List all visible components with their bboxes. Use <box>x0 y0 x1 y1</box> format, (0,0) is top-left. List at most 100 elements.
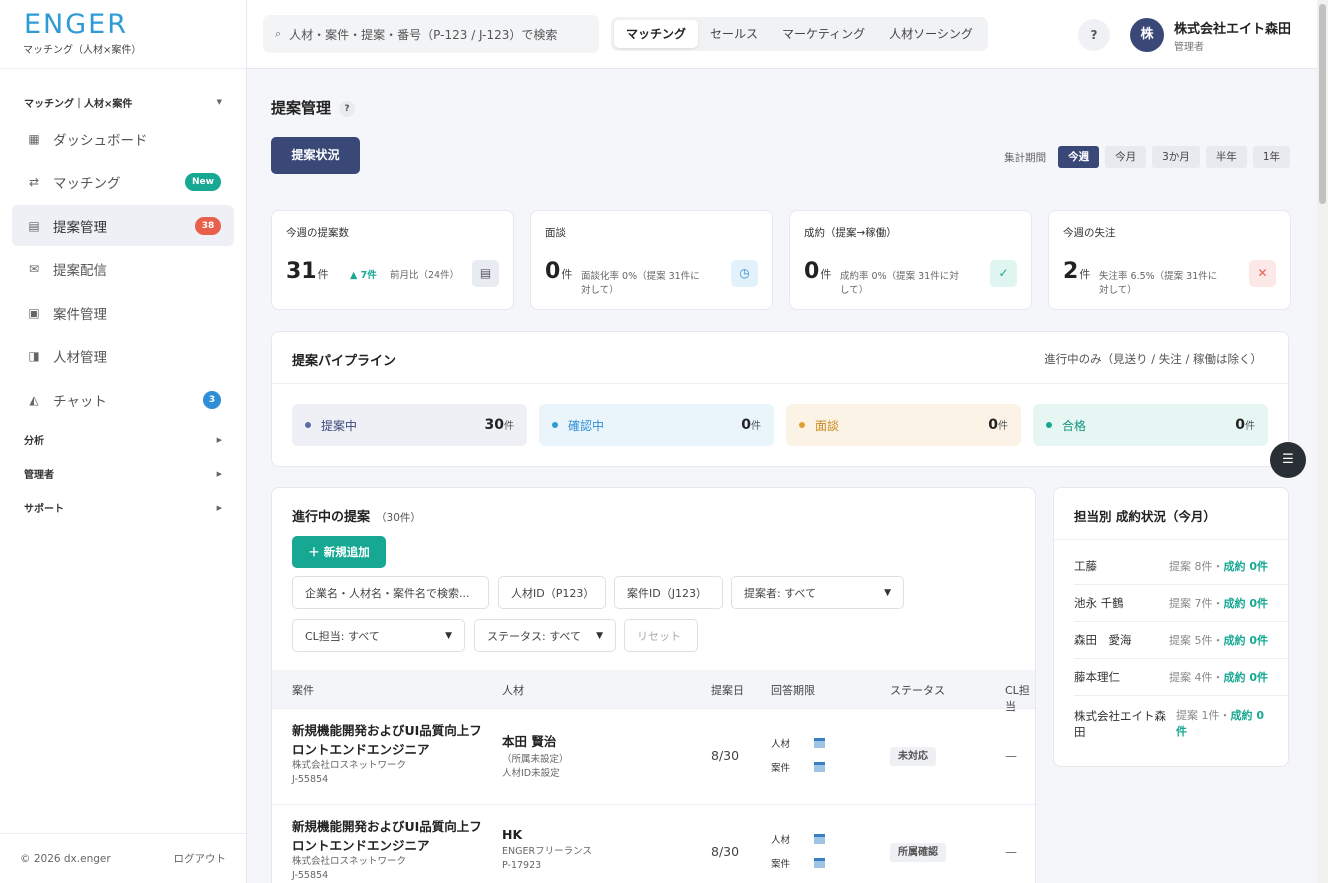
rep-name: 藤本理仁 <box>1074 670 1120 684</box>
rep-separator: ・ <box>1212 671 1224 684</box>
rep-row[interactable]: 藤本理仁 提案 4件・成約 0件 <box>1074 669 1268 685</box>
status-select[interactable]: ステータス: すべて ▼ <box>474 619 616 652</box>
pipeline-card: 提案パイプライン 進行中のみ（見送り / 失注 / 稼働は除く） 提案中 30件… <box>271 331 1289 467</box>
period-1-year[interactable]: 1年 <box>1252 146 1290 168</box>
mail-icon: ✉ <box>28 262 40 276</box>
rep-separator: ・ <box>1219 709 1231 722</box>
section-analytics[interactable]: 分析 ▶ <box>0 423 246 457</box>
stage-confirming[interactable]: 確認中 0件 <box>539 404 774 446</box>
logout-link[interactable]: ログアウト <box>174 851 227 866</box>
rep-row[interactable]: 工藤 提案 8件・成約 0件 <box>1074 558 1268 574</box>
sidebar-item-talent[interactable]: ◨ 人材管理 <box>12 336 234 377</box>
period-this-month[interactable]: 今月 <box>1105 146 1147 168</box>
kpi-unit: 件 <box>561 268 573 281</box>
rep-name: 株式会社エイト森田 <box>1074 709 1166 739</box>
job-cell: 新規機能開発およびUI品質向上フロントエンドエンジニア 株式会社ロスネットワーク… <box>292 721 492 787</box>
stage-dot <box>552 422 558 428</box>
period-this-week[interactable]: 今週 <box>1058 146 1100 168</box>
status-cell: 所属確認 <box>890 843 946 862</box>
help-icon[interactable]: ? <box>339 101 356 117</box>
section-label: 管理者 <box>24 470 54 481</box>
logo[interactable]: ENGER <box>24 10 246 40</box>
reset-button[interactable]: リセット <box>624 619 698 652</box>
talent-name[interactable]: 本田 賢治 <box>502 731 569 750</box>
kpi-card-contracts: 成約（提案→稼働） 0件 成約率 0%（提案 31件に対して） ✓ <box>789 210 1032 310</box>
sidebar-item-distribution[interactable]: ✉ 提案配信 <box>12 249 234 290</box>
column-header-date[interactable]: 提案日 <box>711 682 744 698</box>
column-header-talent[interactable]: 人材 <box>502 682 524 698</box>
talent-cell: 本田 賢治 （所属未設定） 人材ID未設定 <box>502 731 569 781</box>
deadline-job[interactable]: 案件 <box>771 757 826 781</box>
sidebar-item-proposals[interactable]: ▤ 提案管理 38 <box>12 205 234 246</box>
talent-id-input[interactable]: 人材ID（P123） <box>498 576 606 609</box>
rep-stats: 提案 4件・成約 0件 <box>1169 669 1268 685</box>
tab-matching[interactable]: マッチング <box>614 20 699 48</box>
stage-passed[interactable]: 合格 0件 <box>1033 404 1268 446</box>
column-header-deadline[interactable]: 回答期限 <box>771 682 815 698</box>
section-matching[interactable]: マッチング｜人材×案件 ▼ <box>0 91 246 113</box>
divider <box>1074 621 1288 622</box>
rep-row[interactable]: 株式会社エイト森田 提案 1件・成約 0件 <box>1074 708 1268 740</box>
talent-cell: HK ENGERフリーランス P-17923 <box>502 827 592 873</box>
proposals-count: （30件） <box>376 512 421 524</box>
stage-proposing[interactable]: 提案中 30件 <box>292 404 527 446</box>
chevron-down-icon: ▼ <box>596 630 603 641</box>
table-row[interactable]: 新規機能開発およびUI品質向上フロントエンドエンジニア 株式会社ロスネットワーク… <box>272 708 1035 804</box>
tab-sales[interactable]: セールス <box>698 20 770 48</box>
sidebar-item-dashboard[interactable]: ▦ ダッシュボード <box>12 118 234 159</box>
rep-row[interactable]: 池永 千鶴 提案 7件・成約 0件 <box>1074 595 1268 611</box>
job-id-input[interactable]: 案件ID（J123） <box>614 576 723 609</box>
tab-sourcing[interactable]: 人材ソーシング <box>877 20 985 48</box>
talent-name[interactable]: HK <box>502 827 592 842</box>
status-badge[interactable]: 未対応 <box>890 747 936 766</box>
rep-row[interactable]: 森田 愛海 提案 5件・成約 0件 <box>1074 632 1268 648</box>
section-label: 分析 <box>24 436 44 447</box>
proposal-status-button[interactable]: 提案状況 <box>271 137 360 174</box>
pipeline-note: 進行中のみ（見送り / 失注 / 稼働は除く） <box>1044 352 1262 366</box>
search-input[interactable]: ⌕ 人材・案件・提案・番号（P-123 / J-123）で検索 <box>263 15 599 53</box>
sidebar-item-jobs[interactable]: ▣ 案件管理 <box>12 292 234 333</box>
kpi-card-interviews: 面談 0件 面談化率 0%（提案 31件に対して） ◷ <box>530 210 773 310</box>
deadline-job[interactable]: 案件 <box>771 853 826 877</box>
keyword-search-input[interactable]: 企業名・人材名・案件名で検索... <box>292 576 489 609</box>
sidebar-item-label: 提案配信 <box>53 263 107 279</box>
stage-label: 面談 <box>815 418 840 433</box>
job-title[interactable]: 新規機能開発およびUI品質向上フロントエンドエンジニア <box>292 817 492 855</box>
talent-id: 人材ID未設定 <box>502 768 560 779</box>
status-badge[interactable]: 所属確認 <box>890 843 946 862</box>
scrollbar-thumb[interactable] <box>1319 4 1326 204</box>
period-3-months[interactable]: 3か月 <box>1152 146 1200 168</box>
proposal-date: 8/30 <box>711 748 740 763</box>
filter-menu-fab-icon[interactable]: ☰ <box>1270 442 1306 478</box>
section-support[interactable]: サポート ▶ <box>0 491 246 525</box>
proposer-select[interactable]: 提案者: すべて ▼ <box>731 576 904 609</box>
kpi-number: 31 <box>286 259 317 284</box>
section-admin[interactable]: 管理者 ▶ <box>0 457 246 491</box>
rep-wins: 成約 0件 <box>1223 671 1268 684</box>
help-button[interactable]: ? <box>1078 19 1110 51</box>
table-row[interactable]: 新規機能開発およびUI品質向上フロントエンドエンジニア 株式会社ロスネットワーク… <box>272 804 1035 883</box>
logo-area[interactable]: ENGER マッチング（人材×案件） <box>0 0 246 69</box>
swap-icon: ⇄ <box>28 175 40 189</box>
stage-interview[interactable]: 面談 0件 <box>786 404 1021 446</box>
deadline-label: 人材 <box>771 835 791 846</box>
rep-stats: 提案 7件・成約 0件 <box>1169 595 1268 611</box>
period-half-year[interactable]: 半年 <box>1205 146 1247 168</box>
sidebar-item-chat[interactable]: ◭ チャット 3 <box>12 379 234 420</box>
sidebar-item-matching[interactable]: ⇄ マッチング New <box>12 162 234 203</box>
cl-owner-select[interactable]: CL担当: すべて ▼ <box>292 619 465 652</box>
column-header-job[interactable]: 案件 <box>292 682 314 698</box>
add-proposal-button[interactable]: ＋ 新規追加 <box>292 536 386 568</box>
kpi-value: 0件 <box>545 259 572 284</box>
stage-count-unit: 件 <box>751 421 761 432</box>
chat-icon: ◭ <box>29 392 39 407</box>
user-name[interactable]: 株式会社エイト森田 <box>1174 18 1291 37</box>
tab-marketing[interactable]: マーケティング <box>770 20 877 48</box>
deadline-talent[interactable]: 人材 <box>771 733 826 757</box>
column-header-status[interactable]: ステータス <box>890 682 945 698</box>
scrollbar[interactable] <box>1317 0 1328 883</box>
job-title[interactable]: 新規機能開発およびUI品質向上フロントエンドエンジニア <box>292 721 492 759</box>
sidebar-item-label: 人材管理 <box>53 350 107 366</box>
avatar[interactable]: 株 <box>1130 18 1164 52</box>
deadline-talent[interactable]: 人材 <box>771 829 826 853</box>
